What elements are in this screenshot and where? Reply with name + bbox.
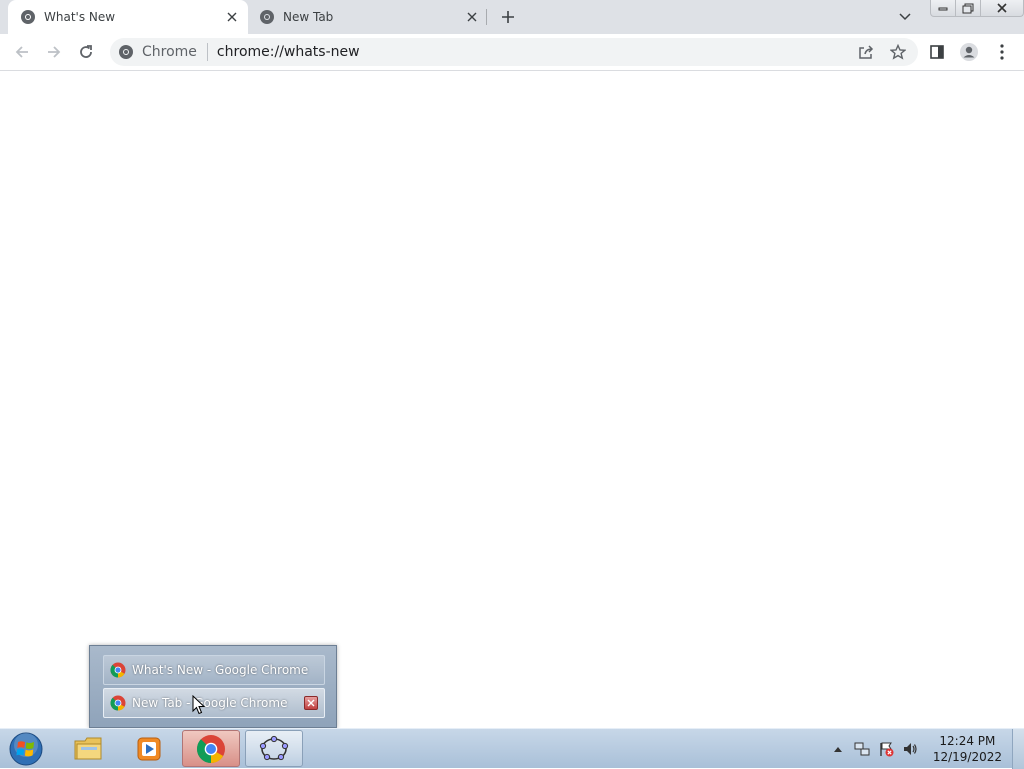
close-window-button[interactable] <box>980 0 1024 17</box>
menu-button[interactable] <box>990 40 1014 64</box>
restore-button[interactable] <box>955 0 981 17</box>
window-list-item[interactable]: New Tab - Google Chrome <box>103 688 325 718</box>
minimize-icon <box>938 7 948 11</box>
clock-date: 12/19/2022 <box>932 750 1002 764</box>
tab-search-button[interactable] <box>895 8 915 26</box>
tab-whats-new[interactable]: What's New <box>8 0 248 34</box>
window-list-item-label: New Tab - Google Chrome <box>132 696 288 710</box>
omnibox-divider <box>206 43 208 61</box>
profile-button[interactable] <box>957 40 981 64</box>
taskbar-explorer[interactable] <box>60 730 118 767</box>
chrome-icon <box>110 695 126 711</box>
minimize-button[interactable] <box>930 0 956 17</box>
url-text[interactable]: chrome://whats-new <box>217 44 854 60</box>
chrome-icon <box>119 45 133 59</box>
tab-title: What's New <box>44 10 116 24</box>
start-button[interactable] <box>6 731 46 767</box>
side-panel-icon <box>930 45 944 59</box>
site-chip[interactable]: Chrome <box>110 44 197 60</box>
tab-close-icon[interactable] <box>224 9 240 25</box>
volume-icon[interactable] <box>901 740 919 758</box>
tab-title: New Tab <box>283 10 334 24</box>
chrome-icon <box>197 734 225 763</box>
window-list-item[interactable]: What's New - Google Chrome <box>103 655 325 685</box>
windows-start-icon <box>9 732 43 766</box>
close-icon[interactable] <box>304 696 318 710</box>
chrome-favicon-icon <box>259 9 275 25</box>
browser-toolbar: Chrome chrome://whats-new <box>0 34 1024 71</box>
new-tab-button[interactable] <box>497 6 519 28</box>
mouse-cursor-icon <box>192 695 206 715</box>
tab-strip: What's New New Tab <box>0 0 1024 34</box>
taskbar-geogebra[interactable] <box>245 730 303 767</box>
bookmark-star-icon[interactable] <box>886 40 910 64</box>
forward-button[interactable] <box>42 40 66 64</box>
window-list-item-label: What's New - Google Chrome <box>132 663 309 677</box>
taskbar-window-list: What's New - Google Chrome New Tab - Goo… <box>89 645 337 728</box>
taskbar: 12:24 PM 12/19/2022 <box>0 728 1024 769</box>
action-center-icon[interactable] <box>877 740 895 758</box>
clock-time: 12:24 PM <box>939 734 996 748</box>
network-icon[interactable] <box>853 740 871 758</box>
omnibox[interactable]: Chrome chrome://whats-new <box>110 38 918 66</box>
show-hidden-icons-icon[interactable] <box>829 740 847 758</box>
tab-separator <box>486 9 487 25</box>
reload-icon <box>80 45 92 58</box>
tab-new-tab[interactable]: New Tab <box>248 0 488 34</box>
media-player-icon <box>137 737 161 760</box>
reload-button[interactable] <box>74 40 98 64</box>
system-tray: 12:24 PM 12/19/2022 <box>823 729 1002 769</box>
arrow-right-icon <box>48 46 61 58</box>
plus-icon <box>502 11 514 23</box>
side-panel-button[interactable] <box>925 40 949 64</box>
chevron-down-icon <box>899 13 911 21</box>
arrow-left-icon <box>15 46 28 58</box>
taskbar-media-player[interactable] <box>120 730 178 767</box>
chrome-favicon-icon <box>20 9 36 25</box>
restore-icon <box>962 3 974 13</box>
share-icon[interactable] <box>854 40 878 64</box>
tab-close-icon[interactable] <box>464 9 480 25</box>
folder-icon <box>74 737 102 759</box>
close-icon <box>997 3 1007 13</box>
page-content <box>0 71 1024 728</box>
kebab-menu-icon <box>1000 44 1004 60</box>
avatar-icon <box>960 43 978 61</box>
back-button[interactable] <box>10 40 34 64</box>
show-desktop-button[interactable] <box>1012 729 1024 769</box>
site-chip-label: Chrome <box>142 44 197 60</box>
window-controls <box>930 0 1024 18</box>
chrome-icon <box>110 662 126 678</box>
taskbar-chrome[interactable] <box>182 730 240 767</box>
clock[interactable]: 12:24 PM 12/19/2022 <box>933 733 1002 765</box>
geogebra-icon <box>259 735 289 760</box>
